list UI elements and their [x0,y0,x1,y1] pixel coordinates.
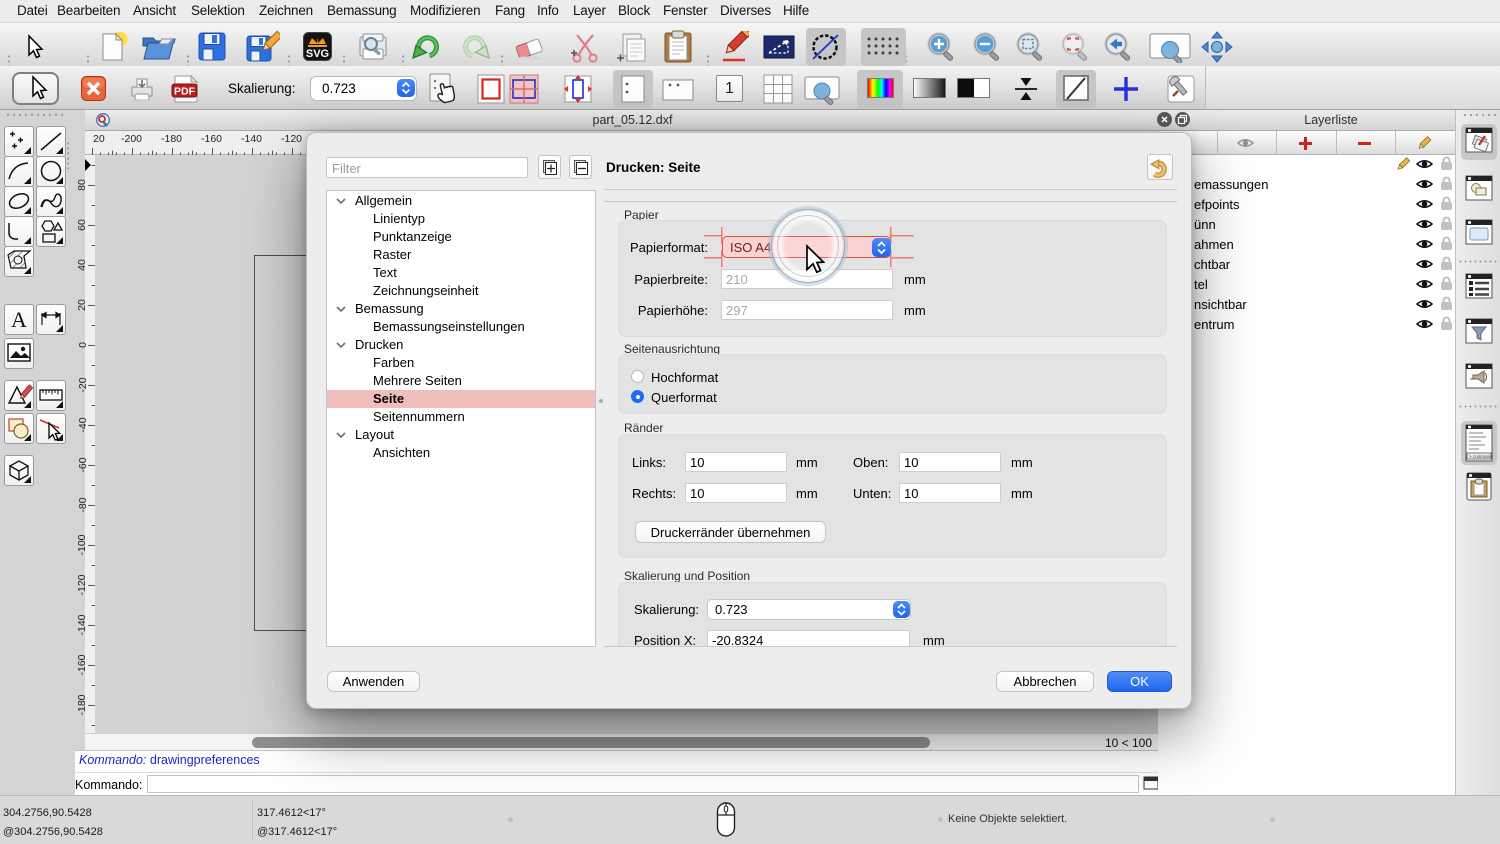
svg-text:A: A [11,307,27,332]
svg-text:> command: > command [1469,454,1493,459]
svg-text:PDF: PDF [174,86,196,98]
svg-text:SVG: SVG [306,48,329,60]
